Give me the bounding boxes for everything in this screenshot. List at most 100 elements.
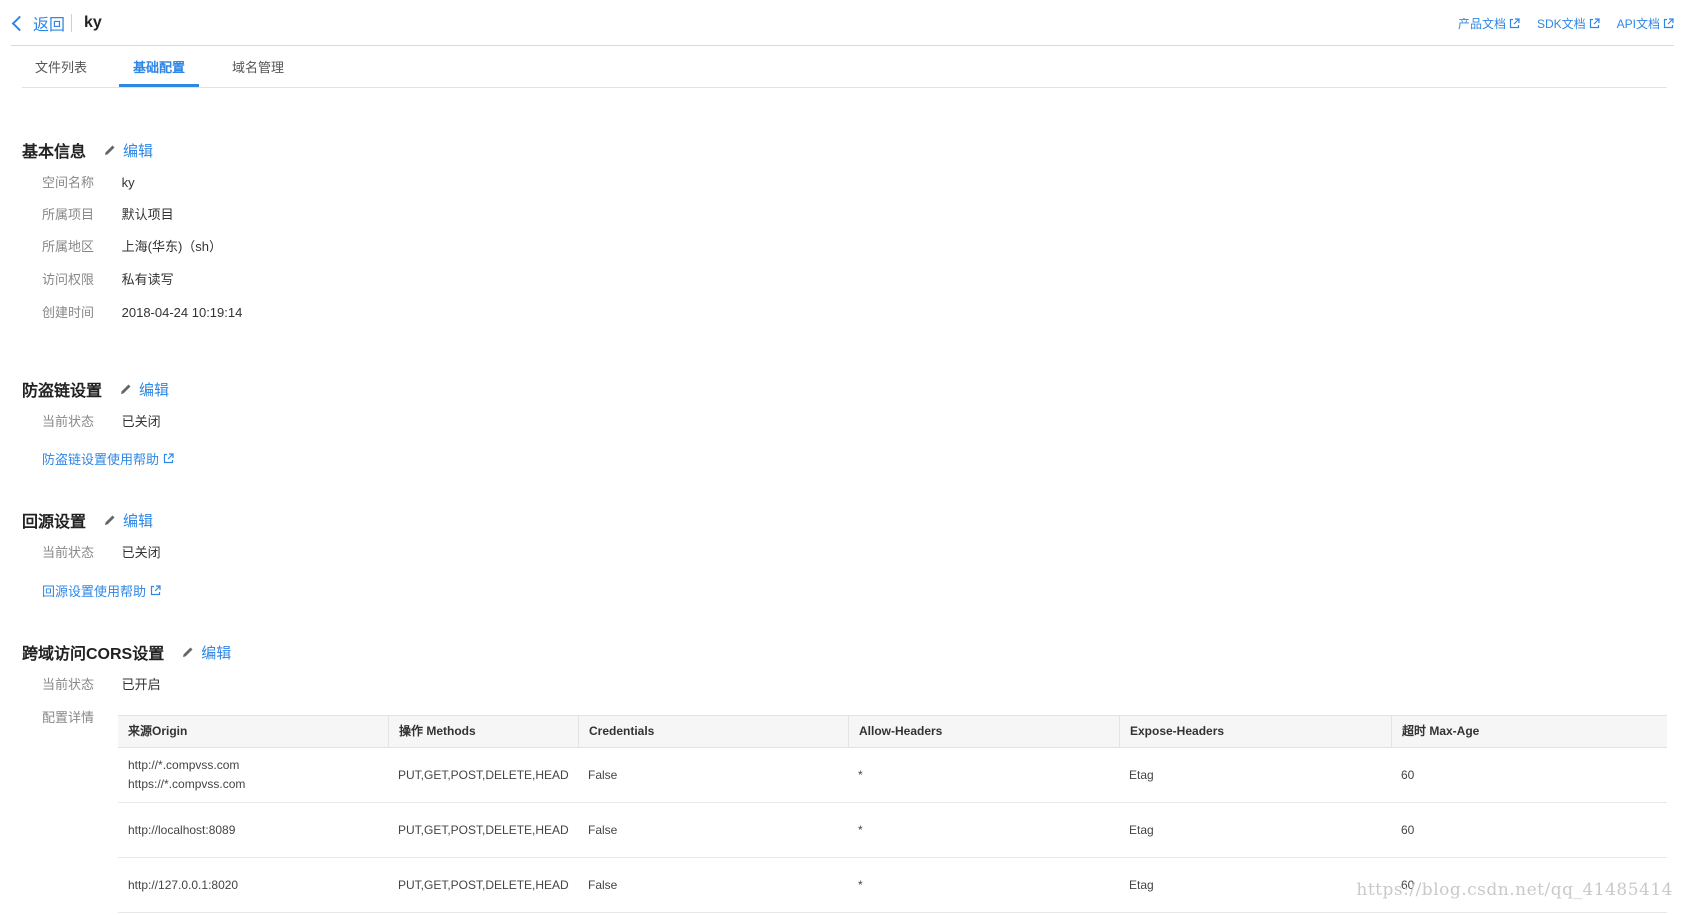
info-row-access: 访问权限 私有读写 <box>42 270 174 290</box>
info-row-created: 创建时间 2018-04-24 10:19:14 <box>42 303 242 323</box>
tab-domain-management[interactable]: 域名管理 <box>219 52 297 87</box>
status-label: 当前状态 <box>42 677 95 692</box>
hotlink-status-row: 当前状态 已关闭 <box>42 412 161 432</box>
edit-label: 编辑 <box>201 644 232 662</box>
detail-label: 配置详情 <box>42 710 95 725</box>
column-header-origin: 来源Origin <box>128 724 188 738</box>
header-divider <box>71 14 72 32</box>
external-link-icon <box>1509 18 1520 29</box>
edit-label: 编辑 <box>139 381 170 399</box>
allow-headers-cell: * <box>858 822 863 837</box>
origin-header: 回源设置 编辑 <box>22 508 153 532</box>
column-header-max-age: 超时 Max-Age <box>1391 716 1667 747</box>
external-link-icon <box>1663 18 1674 29</box>
sdk-docs-link[interactable]: SDK文档 <box>1537 15 1600 32</box>
status-label: 当前状态 <box>42 545 95 560</box>
allow-headers-cell: * <box>858 877 863 892</box>
info-value: 私有读写 <box>121 272 174 287</box>
methods-cell: PUT,GET,POST,DELETE,HEAD <box>398 767 569 782</box>
tab-basic-config[interactable]: 基础配置 <box>119 52 199 87</box>
info-value: ky <box>121 175 135 190</box>
methods-cell: PUT,GET,POST,DELETE,HEAD <box>398 877 569 892</box>
help-link-label: 回源设置使用帮助 <box>42 584 147 599</box>
expose-headers-cell: Etag <box>1129 822 1154 837</box>
tab-bar: 文件列表 基础配置 域名管理 <box>22 52 1667 88</box>
pencil-icon <box>121 384 131 394</box>
max-age-cell: 60 <box>1401 767 1415 782</box>
origin-cell: http://localhost:8089 <box>118 821 388 840</box>
edit-hotlink-button[interactable]: 编辑 <box>120 379 169 400</box>
sdk-docs-label: SDK文档 <box>1536 17 1586 31</box>
allow-headers-cell: * <box>858 767 863 782</box>
table-header: 来源Origin 操作 Methods Credentials Allow-He… <box>118 715 1667 748</box>
expose-headers-cell: Etag <box>1129 877 1154 892</box>
info-label: 空间名称 <box>42 175 95 190</box>
info-value: 2018-04-24 10:19:14 <box>121 305 243 320</box>
status-value: 已关闭 <box>121 414 161 429</box>
origin-cell: http://127.0.0.1:8020 <box>118 876 388 895</box>
external-link-icon <box>150 585 161 596</box>
section-title: 防盗链设置 <box>22 383 103 400</box>
hotlink-help-link[interactable]: 防盗链设置使用帮助 <box>42 449 174 468</box>
origin-value: http://*.compvss.com <box>128 758 240 772</box>
info-label: 访问权限 <box>42 272 95 287</box>
credentials-cell: False <box>588 767 618 782</box>
info-label: 创建时间 <box>42 305 95 320</box>
origin-help-link[interactable]: 回源设置使用帮助 <box>42 581 161 600</box>
credentials-cell: False <box>588 877 618 892</box>
section-title: 基本信息 <box>22 144 87 161</box>
doc-links: 产品文档 SDK文档 API文档 <box>1441 15 1674 32</box>
info-value: 默认项目 <box>121 207 174 222</box>
edit-origin-button[interactable]: 编辑 <box>104 510 153 531</box>
product-docs-link[interactable]: 产品文档 <box>1458 15 1520 32</box>
info-label: 所属项目 <box>42 207 95 222</box>
table-row: http://*.compvss.com https://*.compvss.c… <box>118 748 1667 803</box>
pencil-icon <box>105 145 115 155</box>
back-button[interactable]: 返回 <box>11 12 65 34</box>
section-title: 回源设置 <box>22 514 87 531</box>
page-title: ky <box>84 14 102 31</box>
help-link-label: 防盗链设置使用帮助 <box>42 452 160 467</box>
cors-detail-row: 配置详情 <box>42 708 118 728</box>
expose-headers-cell: Etag <box>1129 767 1154 782</box>
info-row-region: 所属地区 上海(华东)（sh） <box>42 237 222 257</box>
api-docs-link[interactable]: API文档 <box>1617 15 1674 32</box>
top-bar: 返回 ky 产品文档 SDK文档 API文档 <box>11 0 1674 46</box>
column-header-allow-headers: Allow-Headers <box>848 716 1119 747</box>
back-label: 返回 <box>33 17 66 34</box>
info-row-project: 所属项目 默认项目 <box>42 205 174 225</box>
watermark: https://blog.csdn.net/qq_41485414 <box>1356 880 1673 900</box>
product-docs-label: 产品文档 <box>1457 17 1506 31</box>
external-link-icon <box>163 453 174 464</box>
origin-value: https://*.compvss.com <box>128 777 246 791</box>
methods-cell: PUT,GET,POST,DELETE,HEAD <box>398 822 569 837</box>
origin-value: http://localhost:8089 <box>128 822 236 837</box>
table-row: http://localhost:8089 PUT,GET,POST,DELET… <box>118 803 1667 858</box>
origin-value: http://127.0.0.1:8020 <box>128 877 239 892</box>
column-header-methods: 操作 Methods <box>388 716 578 747</box>
edit-label: 编辑 <box>123 512 154 530</box>
pencil-icon <box>183 647 193 657</box>
basic-info-header: 基本信息 编辑 <box>22 138 153 162</box>
edit-cors-button[interactable]: 编辑 <box>182 642 231 663</box>
edit-basic-info-button[interactable]: 编辑 <box>104 140 153 161</box>
cors-status-row: 当前状态 已开启 <box>42 675 161 695</box>
credentials-cell: False <box>588 822 618 837</box>
max-age-cell: 60 <box>1401 822 1415 837</box>
external-link-icon <box>1589 18 1600 29</box>
status-value: 已关闭 <box>121 545 161 560</box>
column-header-expose-headers: Expose-Headers <box>1119 716 1391 747</box>
tab-file-list[interactable]: 文件列表 <box>22 52 100 87</box>
info-row-space-name: 空间名称 ky <box>42 173 135 193</box>
edit-label: 编辑 <box>123 142 154 160</box>
cors-header: 跨域访问CORS设置 编辑 <box>22 640 231 664</box>
api-docs-label: API文档 <box>1616 17 1660 31</box>
hotlink-header: 防盗链设置 编辑 <box>22 377 169 401</box>
info-label: 所属地区 <box>42 239 95 254</box>
status-label: 当前状态 <box>42 414 95 429</box>
chevron-left-icon <box>11 15 28 31</box>
pencil-icon <box>105 515 115 525</box>
info-value: 上海(华东)（sh） <box>121 239 223 254</box>
status-value: 已开启 <box>121 677 161 692</box>
origin-cell: http://*.compvss.com https://*.compvss.c… <box>118 756 388 794</box>
